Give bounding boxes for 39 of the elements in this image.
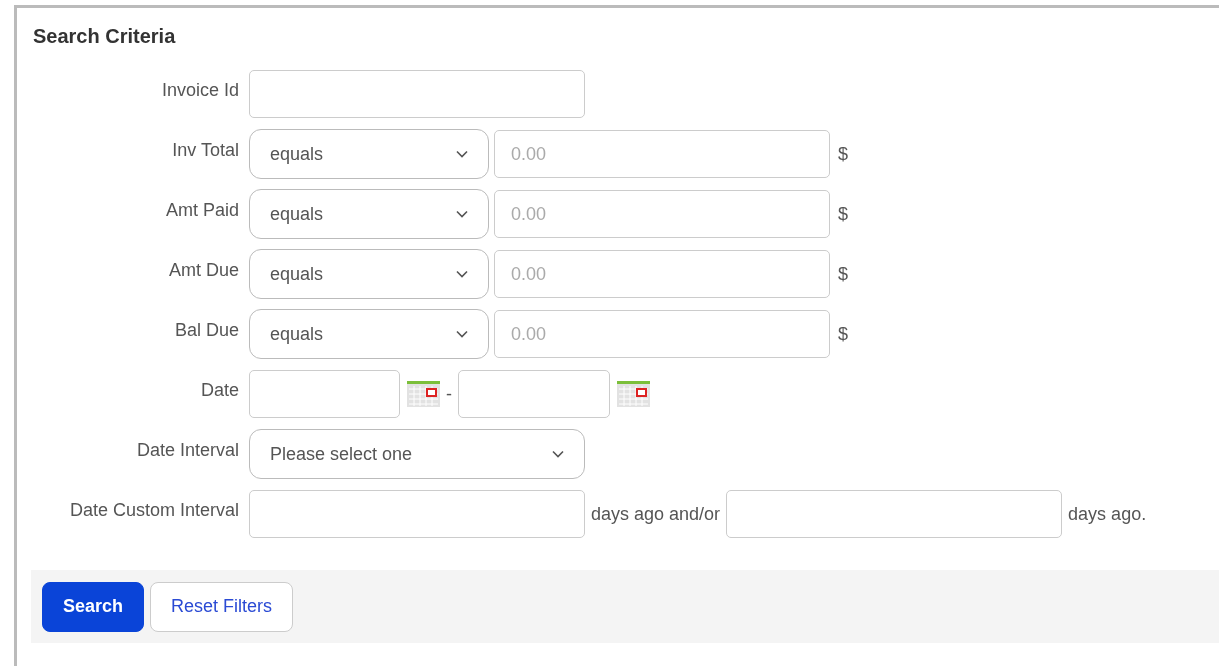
field-label: Inv Total bbox=[171, 139, 239, 161]
operator-dropdown[interactable]: equals bbox=[249, 129, 489, 179]
caret-icon bbox=[456, 210, 468, 218]
amount-field[interactable]: 0.00 bbox=[494, 250, 830, 298]
caret-icon bbox=[456, 150, 468, 158]
field-suffix: days ago and/or bbox=[591, 503, 721, 525]
input-field[interactable] bbox=[249, 70, 585, 118]
operator-dropdown[interactable]: equals bbox=[249, 309, 489, 359]
currency-symbol: $ bbox=[838, 143, 848, 165]
reset-button[interactable]: Reset Filters bbox=[150, 581, 294, 632]
currency-symbol: $ bbox=[838, 323, 848, 345]
calendar-icon[interactable] bbox=[407, 381, 440, 407]
field-suffix: days ago. bbox=[1068, 503, 1147, 525]
field-label: Amt Paid bbox=[164, 199, 239, 221]
date-field[interactable] bbox=[458, 370, 610, 418]
panel-title: Search Criteria bbox=[33, 25, 176, 48]
caret-icon bbox=[456, 270, 468, 278]
caret-icon bbox=[552, 450, 564, 458]
field-label: Bal Due bbox=[173, 319, 239, 341]
operator-dropdown[interactable]: equals bbox=[249, 189, 489, 239]
field-label: Date Interval bbox=[135, 439, 239, 461]
field-label: Amt Due bbox=[167, 259, 239, 281]
input-field[interactable] bbox=[726, 490, 1063, 538]
amount-field[interactable]: 0.00 bbox=[494, 190, 830, 238]
currency-symbol: $ bbox=[838, 263, 848, 285]
field-label: Invoice Id bbox=[160, 79, 239, 101]
caret-icon bbox=[456, 330, 468, 338]
calendar-icon[interactable] bbox=[617, 381, 650, 407]
range-separator: - bbox=[446, 383, 452, 405]
operator-dropdown[interactable]: equals bbox=[249, 249, 489, 299]
currency-symbol: $ bbox=[838, 203, 848, 225]
field-label: Date Custom Interval bbox=[68, 499, 239, 521]
search-button[interactable]: Search bbox=[42, 581, 145, 632]
amount-field[interactable]: 0.00 bbox=[494, 130, 830, 178]
input-field[interactable] bbox=[249, 490, 585, 538]
field-label: Date bbox=[199, 379, 239, 401]
amount-field[interactable]: 0.00 bbox=[494, 310, 830, 358]
date-field[interactable] bbox=[249, 370, 400, 418]
interval-dropdown[interactable]: Please select one bbox=[249, 429, 585, 479]
